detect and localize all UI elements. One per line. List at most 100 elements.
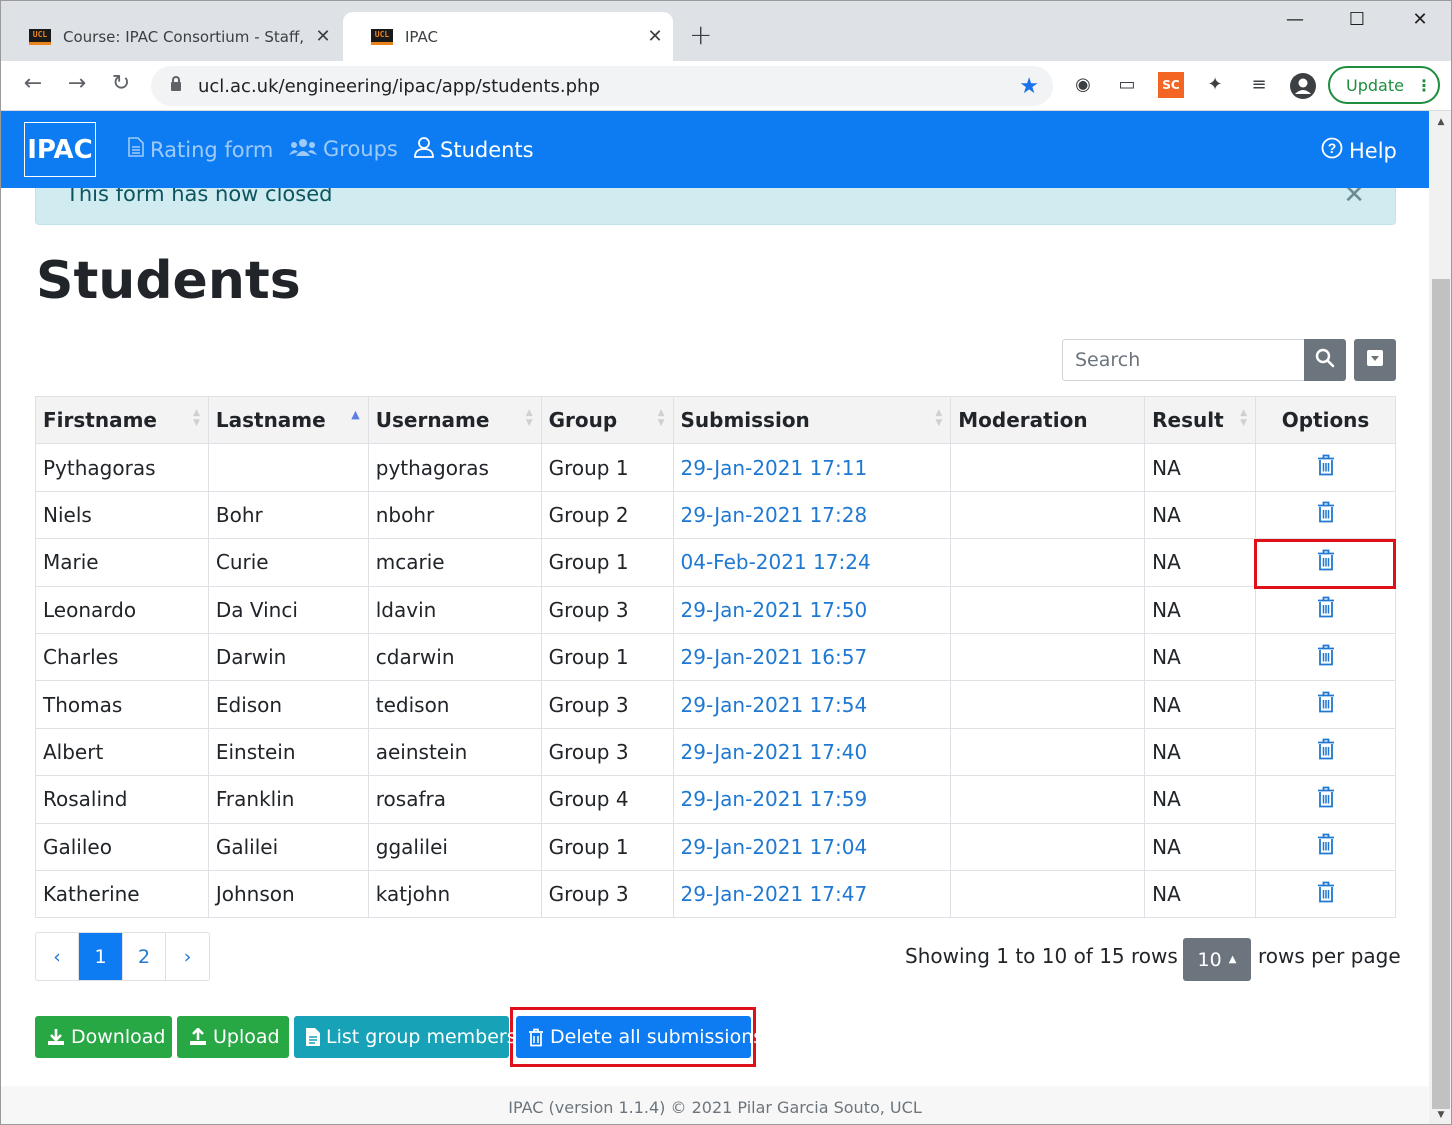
cell-moderation [950, 775, 1146, 824]
trash-icon[interactable] [1317, 501, 1335, 528]
forward-arrow-icon[interactable]: → [62, 69, 92, 99]
submission-link[interactable]: 29-Jan-2021 16:57 [681, 645, 868, 669]
cell-result: NA [1144, 680, 1257, 729]
back-arrow-icon[interactable]: ← [18, 69, 48, 99]
scroll-up-icon[interactable]: ▲ [1429, 113, 1451, 131]
submission-link[interactable]: 29-Jan-2021 17:54 [681, 693, 868, 717]
download-label: Download [71, 1026, 166, 1048]
table-row: Pythagoras pythagoras Group 1 29-Jan-2021 1… [35, 443, 1396, 492]
help-icon: ? [1321, 137, 1343, 164]
cell-lastname: Bohr [207, 490, 369, 540]
nav-groups[interactable]: Groups [289, 137, 398, 161]
column-header-firstname[interactable]: Firstname [35, 395, 209, 445]
trash-icon[interactable] [1317, 881, 1335, 908]
cell-group: Group 3 [540, 585, 674, 634]
page-prev[interactable]: ‹ [36, 933, 79, 980]
cell-options [1255, 775, 1396, 824]
submission-link[interactable]: 29-Jan-2021 17:04 [681, 835, 868, 859]
upload-icon [189, 1028, 207, 1046]
submission-link[interactable]: 29-Jan-2021 17:28 [681, 503, 868, 527]
page-2[interactable]: 2 [123, 933, 166, 980]
trash-icon[interactable] [1317, 833, 1335, 860]
vertical-scrollbar[interactable]: ▲ ▼ [1429, 111, 1451, 1124]
submission-link[interactable]: 29-Jan-2021 17:59 [681, 787, 868, 811]
delete-all-submissions-button[interactable]: Delete all submissions [516, 1016, 763, 1058]
cell-moderation [950, 632, 1146, 682]
extension-sc-icon[interactable]: SC [1158, 72, 1184, 98]
list-group-members-button[interactable]: List group members [294, 1016, 517, 1058]
column-header-submission[interactable]: Submission [672, 395, 952, 445]
app-brand[interactable]: IPAC [24, 122, 96, 177]
search-button[interactable] [1304, 339, 1346, 381]
nav-help[interactable]: ? Help [1321, 137, 1397, 164]
minimize-icon[interactable]: — [1280, 9, 1310, 30]
close-icon[interactable]: ✕ [637, 26, 673, 47]
ucl-favicon-icon: UCL [371, 28, 393, 45]
column-header-lastname[interactable]: Lastname [207, 395, 369, 445]
table-row: Rosalind Franklin rosafra Group 4 29-Jan-202… [35, 775, 1396, 824]
submission-link[interactable]: 29-Jan-2021 17:47 [681, 882, 868, 906]
star-icon[interactable]: ★ [1019, 74, 1039, 99]
submission-link[interactable]: 29-Jan-2021 17:11 [681, 456, 868, 480]
media-list-icon[interactable]: ≡ [1246, 72, 1272, 98]
cell-lastname: Franklin [207, 775, 369, 824]
submission-link[interactable]: 29-Jan-2021 17:50 [681, 598, 868, 622]
cell-lastname [207, 443, 369, 492]
cell-moderation [950, 538, 1146, 587]
caret-up-icon: ▲ [1228, 954, 1237, 965]
reload-icon[interactable]: ↻ [106, 69, 136, 99]
trash-icon[interactable] [1317, 454, 1335, 481]
column-header-result[interactable]: Result [1144, 395, 1257, 445]
trash-icon[interactable] [1317, 738, 1335, 765]
page-1[interactable]: 1 [79, 933, 123, 980]
page-next[interactable]: › [166, 933, 209, 980]
cell-lastname: Galilei [207, 822, 369, 871]
address-bar[interactable]: ucl.ac.uk/engineering/ipac/app/students.… [151, 66, 1053, 106]
document-icon [128, 137, 144, 162]
cell-result: NA [1144, 585, 1257, 634]
submission-link[interactable]: 29-Jan-2021 17:40 [681, 740, 868, 764]
rows-per-page-select[interactable]: 10 ▲ [1183, 938, 1251, 981]
browser-tab-course[interactable]: UCL Course: IPAC Consortium - Staff, T ✕ [1, 12, 341, 61]
column-header-username[interactable]: Username [367, 395, 542, 445]
column-header-moderation: Moderation [950, 395, 1146, 445]
extension-globe-icon[interactable]: ◉ [1070, 72, 1096, 98]
submission-link[interactable]: 04-Feb-2021 17:24 [681, 550, 871, 574]
search-input[interactable] [1062, 339, 1304, 381]
trash-icon[interactable] [1317, 644, 1335, 671]
trash-icon[interactable] [1317, 786, 1335, 813]
column-header-group[interactable]: Group [540, 395, 674, 445]
browser-tab-ipac[interactable]: UCL IPAC ✕ [343, 12, 673, 61]
rows-per-page-label: rows per page [1258, 944, 1401, 968]
scroll-thumb[interactable] [1432, 279, 1450, 1109]
extensions-puzzle-icon[interactable]: ✦ [1202, 72, 1228, 98]
cell-group: Group 3 [540, 869, 674, 919]
cell-lastname: Johnson [207, 869, 369, 919]
nav-rating-form[interactable]: Rating form [128, 137, 273, 162]
plus-icon[interactable]: + [689, 19, 712, 51]
table-row: Katherine Johnson katjohn Group 3 29-Jan-202… [35, 869, 1396, 919]
download-button[interactable]: Download [35, 1016, 172, 1058]
cell-submission: 29-Jan-2021 16:57 [672, 632, 952, 682]
app-navbar: IPAC Rating form Groups Students ? Help [1, 111, 1429, 188]
window-close-icon[interactable]: ✕ [1405, 9, 1435, 30]
cell-result: NA [1144, 727, 1257, 777]
profile-icon[interactable] [1289, 72, 1316, 99]
table-row: Thomas Edison tedison Group 3 29-Jan-2021 17… [35, 680, 1396, 729]
cell-username: tedison [367, 680, 542, 729]
cell-submission: 29-Jan-2021 17:40 [672, 727, 952, 777]
nav-students-label: Students [440, 138, 534, 162]
trash-icon[interactable] [1317, 691, 1335, 718]
columns-dropdown-button[interactable] [1354, 339, 1396, 381]
cell-firstname: Galileo [35, 822, 209, 871]
cell-options [1255, 727, 1396, 777]
upload-button[interactable]: Upload [177, 1016, 289, 1058]
nav-students[interactable]: Students [414, 137, 534, 163]
extension-monitor-icon[interactable]: ▭ [1114, 72, 1140, 98]
update-button[interactable]: Update ⋮ [1328, 66, 1440, 104]
scroll-down-icon[interactable]: ▼ [1429, 1106, 1451, 1124]
close-icon[interactable]: ✕ [305, 26, 341, 47]
maximize-icon[interactable]: ☐ [1342, 9, 1372, 30]
trash-icon[interactable] [1317, 596, 1335, 623]
search-group [1062, 339, 1346, 381]
